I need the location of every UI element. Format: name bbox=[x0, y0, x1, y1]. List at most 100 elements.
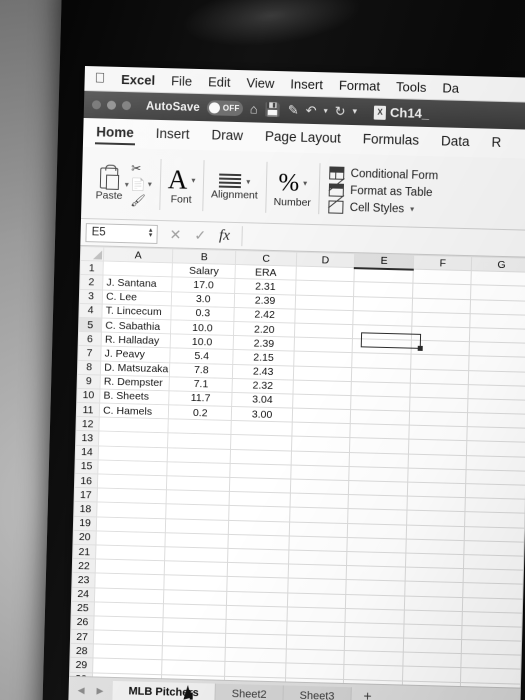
row-header-10[interactable]: 10 bbox=[76, 388, 101, 404]
cell-G17[interactable] bbox=[465, 497, 525, 514]
font-dropdown-icon[interactable]: ▾ bbox=[191, 175, 195, 184]
cell-D3[interactable] bbox=[295, 294, 354, 311]
cell-C29[interactable] bbox=[224, 661, 286, 678]
column-header-g[interactable]: G bbox=[471, 256, 525, 273]
cell-E16[interactable] bbox=[348, 480, 409, 497]
cell-E12[interactable] bbox=[349, 423, 410, 440]
cell-G2[interactable] bbox=[470, 285, 525, 301]
row-header-25[interactable]: 25 bbox=[71, 601, 95, 616]
tab-data[interactable]: Data bbox=[440, 130, 471, 154]
insert-function-icon[interactable]: fx bbox=[219, 227, 230, 244]
cell-F25[interactable] bbox=[404, 609, 463, 626]
cell-D15[interactable] bbox=[290, 464, 349, 481]
cell-D16[interactable] bbox=[290, 479, 349, 495]
number-dropdown-icon[interactable]: ▾ bbox=[303, 178, 307, 187]
row-header-11[interactable]: 11 bbox=[76, 402, 100, 418]
sheet-tab-mlb-pitchers[interactable]: MLB Pitchers bbox=[112, 680, 217, 700]
cell-E17[interactable] bbox=[347, 494, 408, 511]
cell-E11[interactable] bbox=[349, 409, 411, 426]
paste-button[interactable]: Paste bbox=[95, 166, 123, 202]
cell-D10[interactable] bbox=[292, 393, 351, 410]
cell-E10[interactable] bbox=[350, 395, 411, 412]
cell-F19[interactable] bbox=[406, 524, 465, 541]
name-box[interactable]: E5 ▲ ▼ bbox=[85, 222, 158, 244]
ribbon-group-alignment[interactable]: ▾ Alignment bbox=[202, 152, 266, 223]
cell-G25[interactable] bbox=[462, 611, 523, 628]
cell-F20[interactable] bbox=[406, 538, 465, 555]
redo-icon[interactable]: ↻ bbox=[334, 104, 345, 119]
cell-C5[interactable]: 2.20 bbox=[233, 321, 295, 338]
cell-C11[interactable]: 3.00 bbox=[231, 406, 293, 423]
cell-D7[interactable] bbox=[293, 351, 352, 368]
cell-G3[interactable] bbox=[470, 299, 525, 315]
name-box-spinner[interactable]: ▲ ▼ bbox=[148, 228, 157, 239]
cell-D26[interactable] bbox=[286, 620, 345, 637]
cell-G11[interactable] bbox=[467, 412, 525, 429]
paste-dropdown-icon[interactable]: ▾ bbox=[125, 180, 129, 189]
cell-F16[interactable] bbox=[407, 482, 466, 498]
cell-C14[interactable] bbox=[230, 449, 292, 465]
cell-D25[interactable] bbox=[287, 606, 346, 623]
cell-F29[interactable] bbox=[403, 666, 462, 683]
cell-D6[interactable] bbox=[294, 337, 353, 353]
alignment-dropdown-icon[interactable]: ▾ bbox=[246, 177, 250, 186]
cell-G19[interactable] bbox=[464, 526, 525, 542]
cell-G18[interactable] bbox=[464, 511, 525, 528]
cell-F24[interactable] bbox=[404, 595, 463, 612]
cell-F28[interactable] bbox=[403, 652, 462, 668]
cell-C9[interactable]: 2.32 bbox=[232, 378, 294, 394]
cell-C17[interactable] bbox=[229, 491, 291, 508]
cell-D11[interactable] bbox=[292, 408, 351, 424]
row-header-27[interactable]: 27 bbox=[70, 629, 94, 645]
menu-item-view[interactable]: View bbox=[246, 75, 274, 91]
save-edit-icon[interactable]: ✎ bbox=[288, 102, 299, 117]
cell-G29[interactable] bbox=[460, 667, 521, 684]
next-sheet-icon[interactable]: ▶ bbox=[96, 686, 103, 697]
cell-C22[interactable] bbox=[227, 562, 289, 579]
cell-E3[interactable] bbox=[352, 296, 414, 312]
cell-D1[interactable] bbox=[295, 266, 355, 282]
copy-button[interactable]: 📄 ▾ bbox=[131, 177, 152, 192]
tab-draw[interactable]: Draw bbox=[210, 124, 244, 148]
format-as-table-button[interactable]: Format as Table bbox=[329, 183, 433, 199]
cell-C26[interactable] bbox=[225, 619, 288, 636]
row-header-22[interactable]: 22 bbox=[72, 558, 96, 574]
cell-C15[interactable] bbox=[229, 463, 292, 480]
cell-G14[interactable] bbox=[466, 455, 525, 471]
row-header-6[interactable]: 6 bbox=[78, 331, 102, 347]
cell-D23[interactable] bbox=[287, 578, 346, 594]
cell-C23[interactable] bbox=[227, 576, 289, 593]
row-header-20[interactable]: 20 bbox=[72, 530, 97, 545]
cell-C25[interactable] bbox=[226, 605, 288, 621]
cell-G6[interactable] bbox=[469, 341, 525, 358]
cell-F23[interactable] bbox=[405, 581, 464, 598]
tab-page-layout[interactable]: Page Layout bbox=[264, 126, 342, 151]
apple-icon[interactable]:  bbox=[94, 69, 105, 86]
ribbon-group-font[interactable]: A ▾ Font bbox=[159, 151, 204, 221]
cell-D22[interactable] bbox=[288, 564, 347, 580]
row-header-29[interactable]: 29 bbox=[69, 657, 94, 673]
cell-D21[interactable] bbox=[288, 549, 347, 566]
row-header-28[interactable]: 28 bbox=[70, 643, 94, 659]
cell-C2[interactable]: 2.31 bbox=[234, 278, 296, 295]
select-all-corner[interactable] bbox=[80, 246, 104, 262]
sheet-tab-sheet2[interactable]: Sheet2 bbox=[215, 683, 284, 700]
cell-G21[interactable] bbox=[463, 554, 524, 571]
cell-D5[interactable] bbox=[294, 323, 353, 339]
cell-F13[interactable] bbox=[408, 439, 467, 456]
cell-F2[interactable] bbox=[413, 283, 472, 300]
cell-E27[interactable] bbox=[343, 636, 405, 653]
window-controls[interactable] bbox=[91, 100, 132, 111]
format-painter-button[interactable]: 🖌 bbox=[130, 193, 146, 207]
cell-E24[interactable] bbox=[345, 593, 406, 610]
cell-E28[interactable] bbox=[343, 650, 404, 667]
cell-G24[interactable] bbox=[462, 597, 523, 613]
cell-F5[interactable] bbox=[411, 326, 470, 342]
cell-E15[interactable] bbox=[348, 466, 409, 483]
cell-C21[interactable] bbox=[227, 548, 289, 565]
cell-E8[interactable] bbox=[351, 367, 412, 383]
cell-C3[interactable]: 2.39 bbox=[234, 293, 296, 309]
cell-C18[interactable] bbox=[228, 505, 291, 522]
cell-G12[interactable] bbox=[466, 426, 525, 443]
autosave-toggle[interactable]: OFF bbox=[206, 100, 243, 117]
